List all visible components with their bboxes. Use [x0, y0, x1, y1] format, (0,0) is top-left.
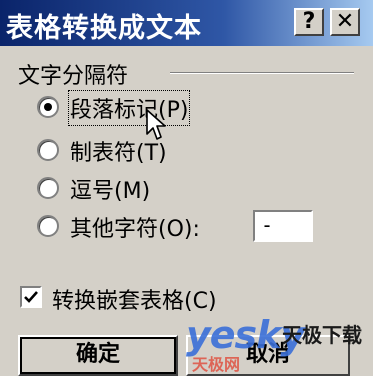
- ok-button[interactable]: 确定: [18, 335, 178, 376]
- table-to-text-dialog: 表格转换成文本 ? ✕ 文字分隔符 段落标记(P) 制表符(T) 逗号(M) 其…: [0, 0, 373, 376]
- close-button[interactable]: ✕: [330, 8, 360, 36]
- checkbox-checked[interactable]: [20, 286, 42, 308]
- cancel-button[interactable]: 取消: [186, 335, 350, 376]
- help-icon: ?: [302, 9, 316, 34]
- mouse-pointer-icon: [146, 109, 166, 140]
- help-button[interactable]: ?: [294, 8, 324, 36]
- dialog-title: 表格转换成文本: [6, 13, 202, 44]
- radio-button[interactable]: [37, 177, 59, 199]
- radio-label: 其他字符(O):: [70, 217, 200, 242]
- close-icon: ✕: [335, 9, 355, 34]
- separator-group-label: 文字分隔符: [18, 64, 129, 89]
- radio-button-selected[interactable]: [37, 96, 59, 118]
- radio-label: 段落标记(P): [67, 90, 191, 126]
- checkmark-icon: [24, 291, 38, 303]
- title-bar[interactable]: 表格转换成文本 ? ✕: [0, 0, 373, 46]
- checkbox-label: 转换嵌套表格(C): [52, 289, 217, 314]
- radio-button[interactable]: [37, 215, 59, 237]
- other-char-input[interactable]: -: [253, 210, 313, 242]
- radio-label: 逗号(M): [70, 179, 151, 204]
- radio-button[interactable]: [37, 139, 59, 161]
- group-divider: [170, 72, 354, 74]
